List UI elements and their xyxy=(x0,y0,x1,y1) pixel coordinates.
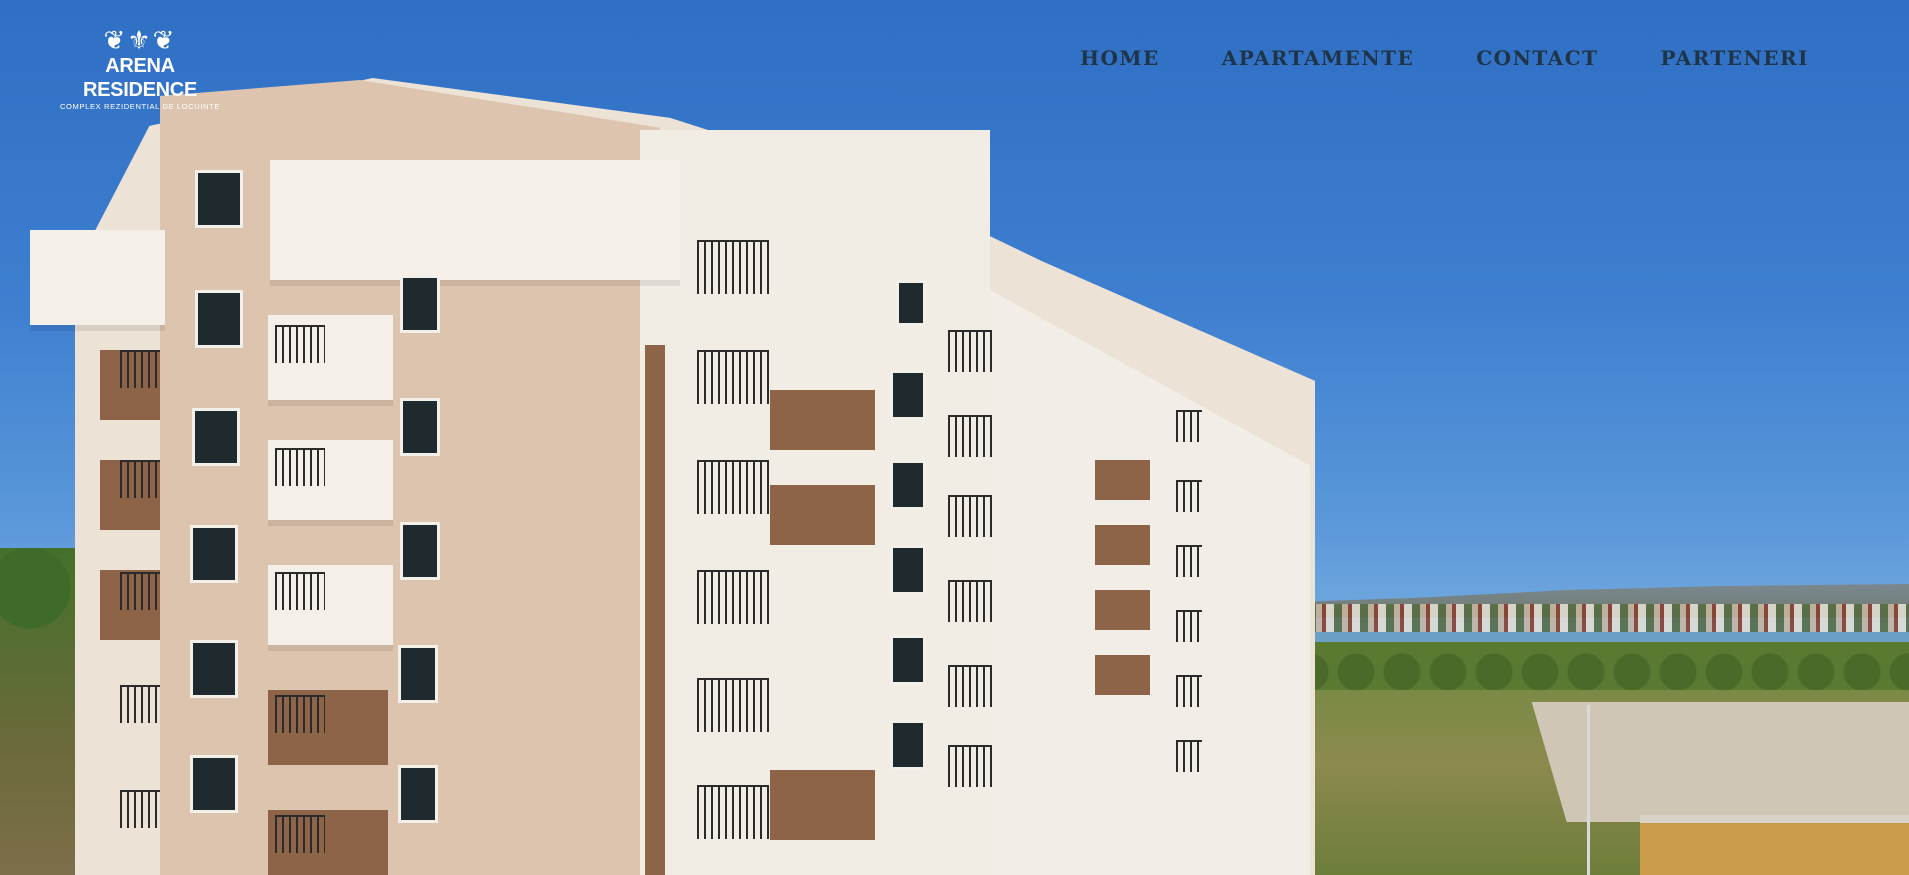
balcony-railing xyxy=(948,580,992,622)
balcony-railing xyxy=(275,448,325,486)
site-logo[interactable]: ❦⚜❦ ARENA RESIDENCE COMPLEX REZIDENTIAL … xyxy=(54,26,226,111)
balcony-railing xyxy=(697,570,769,624)
brown-panel xyxy=(770,390,875,450)
balcony-railing xyxy=(1176,545,1202,577)
building-slab xyxy=(30,230,165,325)
balcony-railing xyxy=(697,460,769,514)
balcony-railing xyxy=(275,695,325,733)
balcony-railing xyxy=(120,572,160,610)
empty-lot xyxy=(1531,702,1909,822)
brown-panel xyxy=(1095,655,1150,695)
window xyxy=(890,370,926,420)
balcony-railing xyxy=(275,572,325,610)
window xyxy=(890,545,926,595)
window xyxy=(190,525,238,583)
window xyxy=(890,460,926,510)
logo-ornament-icon: ❦⚜❦ xyxy=(103,26,177,56)
window xyxy=(400,398,440,456)
low-building-roof xyxy=(1640,815,1909,875)
brown-panel xyxy=(1095,525,1150,565)
balcony-railing xyxy=(948,330,992,372)
window xyxy=(195,290,243,348)
balcony-railing xyxy=(948,495,992,537)
logo-tagline: COMPLEX REZIDENTIAL DE LOCUINTE xyxy=(59,102,221,111)
hero-background xyxy=(0,0,1909,875)
nav-contact[interactable]: CONTACT xyxy=(1476,46,1598,70)
site-header: ❦⚜❦ ARENA RESIDENCE COMPLEX REZIDENTIAL … xyxy=(0,0,1909,111)
balcony-railing xyxy=(1176,610,1202,642)
balcony-railing xyxy=(275,325,325,363)
window xyxy=(190,640,238,698)
tree-line xyxy=(1290,642,1909,694)
balcony-railing xyxy=(948,665,992,707)
balcony-railing xyxy=(120,790,160,828)
distant-town xyxy=(1290,604,1909,632)
brown-panel xyxy=(770,770,875,840)
balcony-railing xyxy=(697,350,769,404)
window xyxy=(398,765,438,823)
window xyxy=(890,635,926,685)
main-navigation: HOME APARTAMENTE CONTACT PARTENERI xyxy=(1080,46,1809,70)
building-slab xyxy=(270,160,680,280)
window xyxy=(192,408,240,466)
window xyxy=(890,720,926,770)
balcony-railing xyxy=(948,745,992,787)
nav-home[interactable]: HOME xyxy=(1080,46,1160,70)
window xyxy=(400,275,440,333)
nav-parteneri[interactable]: PARTENERI xyxy=(1661,46,1810,70)
street-lamp xyxy=(1587,705,1590,875)
balcony-railing xyxy=(120,350,160,388)
logo-name: ARENA RESIDENCE xyxy=(83,55,197,101)
balcony-railing xyxy=(697,240,769,294)
balcony-railing xyxy=(120,460,160,498)
balcony-railing xyxy=(948,415,992,457)
balcony-railing xyxy=(697,678,769,732)
balcony-railing xyxy=(1176,480,1202,512)
window xyxy=(398,645,438,703)
window xyxy=(190,755,238,813)
balcony-railing xyxy=(275,815,325,853)
window xyxy=(400,522,440,580)
brown-pillar xyxy=(645,345,665,875)
brown-panel xyxy=(1095,460,1150,500)
window xyxy=(195,170,243,228)
window xyxy=(896,280,926,326)
balcony-railing xyxy=(1176,410,1202,442)
balcony-railing xyxy=(1176,675,1202,707)
nav-apartamente[interactable]: APARTAMENTE xyxy=(1222,46,1415,70)
balcony-railing xyxy=(697,785,769,839)
balcony-railing xyxy=(120,685,160,723)
brown-panel xyxy=(1095,590,1150,630)
balcony-railing xyxy=(1176,740,1202,772)
apartment-building xyxy=(0,0,1320,875)
brown-panel xyxy=(770,485,875,545)
